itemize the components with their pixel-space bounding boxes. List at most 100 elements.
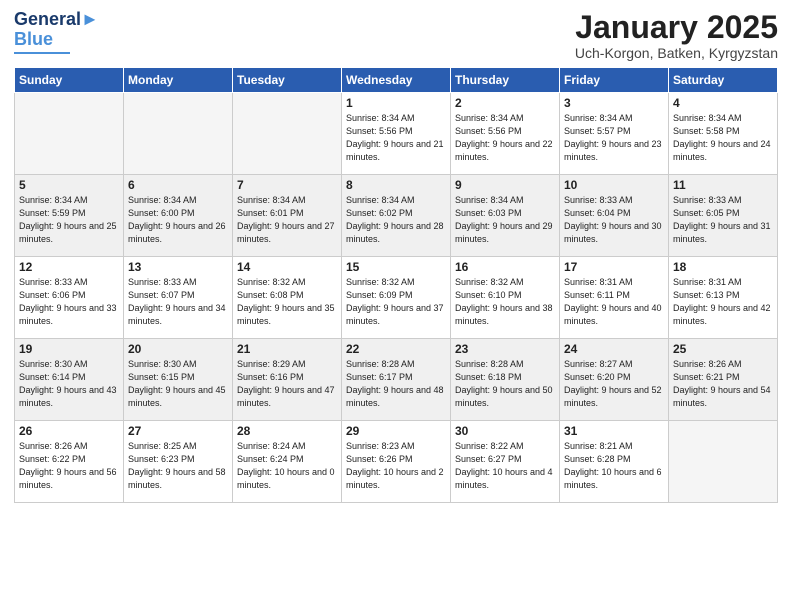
day-number: 28 xyxy=(237,424,337,438)
calendar-day-cell xyxy=(124,93,233,175)
day-info: Sunrise: 8:23 AMSunset: 6:26 PMDaylight:… xyxy=(346,440,446,492)
day-info: Sunrise: 8:29 AMSunset: 6:16 PMDaylight:… xyxy=(237,358,337,410)
day-info: Sunrise: 8:34 AMSunset: 6:03 PMDaylight:… xyxy=(455,194,555,246)
calendar-day-cell xyxy=(233,93,342,175)
day-number: 16 xyxy=(455,260,555,274)
day-info: Sunrise: 8:25 AMSunset: 6:23 PMDaylight:… xyxy=(128,440,228,492)
day-number: 30 xyxy=(455,424,555,438)
day-info: Sunrise: 8:34 AMSunset: 6:00 PMDaylight:… xyxy=(128,194,228,246)
location: Uch-Korgon, Batken, Kyrgyzstan xyxy=(575,45,778,61)
calendar-day-cell xyxy=(15,93,124,175)
calendar-week-row: 1 Sunrise: 8:34 AMSunset: 5:56 PMDaylight… xyxy=(15,93,778,175)
calendar-day-cell: 14 Sunrise: 8:32 AMSunset: 6:08 PMDayligh… xyxy=(233,257,342,339)
calendar-day-cell: 19 Sunrise: 8:30 AMSunset: 6:14 PMDayligh… xyxy=(15,339,124,421)
day-info: Sunrise: 8:30 AMSunset: 6:14 PMDaylight:… xyxy=(19,358,119,410)
weekday-header: Saturday xyxy=(669,68,778,93)
calendar-day-cell: 11 Sunrise: 8:33 AMSunset: 6:05 PMDayligh… xyxy=(669,175,778,257)
day-info: Sunrise: 8:27 AMSunset: 6:20 PMDaylight:… xyxy=(564,358,664,410)
day-number: 9 xyxy=(455,178,555,192)
calendar-day-cell: 23 Sunrise: 8:28 AMSunset: 6:18 PMDayligh… xyxy=(451,339,560,421)
calendar-day-cell xyxy=(669,421,778,503)
calendar-day-cell: 4 Sunrise: 8:34 AMSunset: 5:58 PMDaylight… xyxy=(669,93,778,175)
calendar-day-cell: 10 Sunrise: 8:33 AMSunset: 6:04 PMDayligh… xyxy=(560,175,669,257)
calendar-day-cell: 1Sunrise: 8:34 AMSunset: 5:56 PMDaylight… xyxy=(342,93,451,175)
calendar-day-cell: 30 Sunrise: 8:22 AMSunset: 6:27 PMDayligh… xyxy=(451,421,560,503)
day-number: 5 xyxy=(19,178,119,192)
day-number: 18 xyxy=(673,260,773,274)
calendar-day-cell: 7 Sunrise: 8:34 AMSunset: 6:01 PMDaylight… xyxy=(233,175,342,257)
day-number: 14 xyxy=(237,260,337,274)
day-number: 25 xyxy=(673,342,773,356)
calendar-day-cell: 9 Sunrise: 8:34 AMSunset: 6:03 PMDaylight… xyxy=(451,175,560,257)
day-info: Sunrise: 8:33 AMSunset: 6:07 PMDaylight:… xyxy=(128,276,228,328)
day-number: 6 xyxy=(128,178,228,192)
calendar-day-cell: 22Sunrise: 8:28 AMSunset: 6:17 PMDayligh… xyxy=(342,339,451,421)
calendar-day-cell: 13 Sunrise: 8:33 AMSunset: 6:07 PMDayligh… xyxy=(124,257,233,339)
day-info: Sunrise: 8:33 AMSunset: 6:06 PMDaylight:… xyxy=(19,276,119,328)
calendar-day-cell: 31Sunrise: 8:21 AMSunset: 6:28 PMDayligh… xyxy=(560,421,669,503)
calendar-day-cell: 16 Sunrise: 8:32 AMSunset: 6:10 PMDayligh… xyxy=(451,257,560,339)
page: General► Blue January 2025 Uch-Korgon, B… xyxy=(0,0,792,612)
day-number: 10 xyxy=(564,178,664,192)
day-number: 13 xyxy=(128,260,228,274)
day-number: 4 xyxy=(673,96,773,110)
calendar: SundayMondayTuesdayWednesdayThursdayFrid… xyxy=(14,67,778,503)
calendar-day-cell: 29 Sunrise: 8:23 AMSunset: 6:26 PMDayligh… xyxy=(342,421,451,503)
calendar-day-cell: 6 Sunrise: 8:34 AMSunset: 6:00 PMDaylight… xyxy=(124,175,233,257)
calendar-day-cell: 2Sunrise: 8:34 AMSunset: 5:56 PMDaylight… xyxy=(451,93,560,175)
day-info: Sunrise: 8:34 AMSunset: 6:01 PMDaylight:… xyxy=(237,194,337,246)
day-info: Sunrise: 8:32 AMSunset: 6:09 PMDaylight:… xyxy=(346,276,446,328)
day-number: 27 xyxy=(128,424,228,438)
day-info: Sunrise: 8:34 AMSunset: 5:58 PMDaylight:… xyxy=(673,112,773,164)
month-title: January 2025 xyxy=(575,10,778,45)
day-info: Sunrise: 8:28 AMSunset: 6:18 PMDaylight:… xyxy=(455,358,555,410)
day-info: Sunrise: 8:34 AMSunset: 5:59 PMDaylight:… xyxy=(19,194,119,246)
day-number: 3 xyxy=(564,96,664,110)
day-number: 7 xyxy=(237,178,337,192)
weekday-header: Wednesday xyxy=(342,68,451,93)
day-number: 19 xyxy=(19,342,119,356)
weekday-header: Tuesday xyxy=(233,68,342,93)
day-info: Sunrise: 8:31 AMSunset: 6:11 PMDaylight:… xyxy=(564,276,664,328)
calendar-week-row: 19 Sunrise: 8:30 AMSunset: 6:14 PMDayligh… xyxy=(15,339,778,421)
day-info: Sunrise: 8:24 AMSunset: 6:24 PMDaylight:… xyxy=(237,440,337,492)
day-number: 1 xyxy=(346,96,446,110)
calendar-day-cell: 15Sunrise: 8:32 AMSunset: 6:09 PMDayligh… xyxy=(342,257,451,339)
calendar-day-cell: 18Sunrise: 8:31 AMSunset: 6:13 PMDayligh… xyxy=(669,257,778,339)
calendar-week-row: 5 Sunrise: 8:34 AMSunset: 5:59 PMDaylight… xyxy=(15,175,778,257)
calendar-day-cell: 26Sunrise: 8:26 AMSunset: 6:22 PMDayligh… xyxy=(15,421,124,503)
day-number: 12 xyxy=(19,260,119,274)
day-info: Sunrise: 8:22 AMSunset: 6:27 PMDaylight:… xyxy=(455,440,555,492)
day-number: 20 xyxy=(128,342,228,356)
weekday-header: Friday xyxy=(560,68,669,93)
day-info: Sunrise: 8:34 AMSunset: 6:02 PMDaylight:… xyxy=(346,194,446,246)
day-number: 17 xyxy=(564,260,664,274)
day-number: 23 xyxy=(455,342,555,356)
calendar-day-cell: 12 Sunrise: 8:33 AMSunset: 6:06 PMDayligh… xyxy=(15,257,124,339)
calendar-day-cell: 20Sunrise: 8:30 AMSunset: 6:15 PMDayligh… xyxy=(124,339,233,421)
day-info: Sunrise: 8:33 AMSunset: 6:04 PMDaylight:… xyxy=(564,194,664,246)
calendar-day-cell: 8 Sunrise: 8:34 AMSunset: 6:02 PMDaylight… xyxy=(342,175,451,257)
calendar-day-cell: 24Sunrise: 8:27 AMSunset: 6:20 PMDayligh… xyxy=(560,339,669,421)
day-number: 8 xyxy=(346,178,446,192)
calendar-day-cell: 27 Sunrise: 8:25 AMSunset: 6:23 PMDayligh… xyxy=(124,421,233,503)
header: General► Blue January 2025 Uch-Korgon, B… xyxy=(14,10,778,61)
day-info: Sunrise: 8:32 AMSunset: 6:08 PMDaylight:… xyxy=(237,276,337,328)
logo-text-blue: Blue xyxy=(14,30,53,50)
day-number: 11 xyxy=(673,178,773,192)
day-info: Sunrise: 8:33 AMSunset: 6:05 PMDaylight:… xyxy=(673,194,773,246)
day-info: Sunrise: 8:26 AMSunset: 6:22 PMDaylight:… xyxy=(19,440,119,492)
day-info: Sunrise: 8:34 AMSunset: 5:56 PMDaylight:… xyxy=(455,112,555,164)
weekday-header: Monday xyxy=(124,68,233,93)
weekday-header: Sunday xyxy=(15,68,124,93)
day-info: Sunrise: 8:26 AMSunset: 6:21 PMDaylight:… xyxy=(673,358,773,410)
day-number: 29 xyxy=(346,424,446,438)
day-info: Sunrise: 8:32 AMSunset: 6:10 PMDaylight:… xyxy=(455,276,555,328)
calendar-week-row: 12 Sunrise: 8:33 AMSunset: 6:06 PMDayligh… xyxy=(15,257,778,339)
weekday-header-row: SundayMondayTuesdayWednesdayThursdayFrid… xyxy=(15,68,778,93)
day-info: Sunrise: 8:34 AMSunset: 5:57 PMDaylight:… xyxy=(564,112,664,164)
calendar-day-cell: 3 Sunrise: 8:34 AMSunset: 5:57 PMDaylight… xyxy=(560,93,669,175)
day-number: 21 xyxy=(237,342,337,356)
logo-text: General► xyxy=(14,10,99,30)
calendar-week-row: 26Sunrise: 8:26 AMSunset: 6:22 PMDayligh… xyxy=(15,421,778,503)
